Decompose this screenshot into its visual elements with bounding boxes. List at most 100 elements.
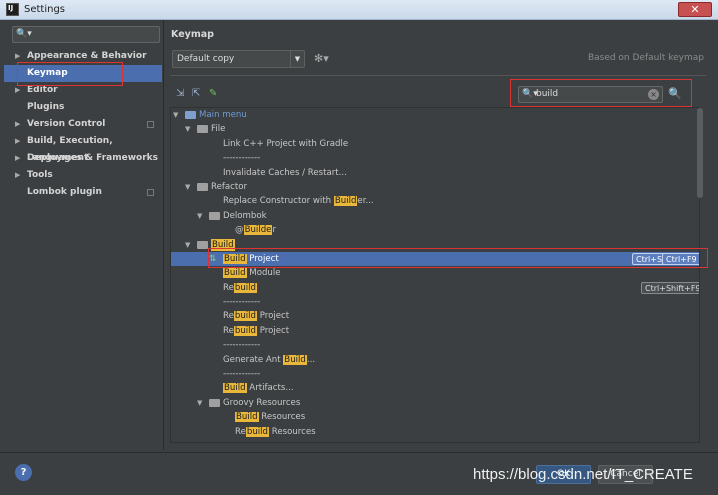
- settings-search-input[interactable]: 🔍▾: [12, 26, 160, 43]
- label-text: Resources: [258, 412, 306, 423]
- label-text: er...: [357, 196, 374, 207]
- expand-arrow-icon[interactable]: ▶: [15, 167, 20, 184]
- tree-node-label: Groovy Resources: [223, 397, 301, 408]
- menu-icon: [185, 111, 196, 119]
- search-match-highlight: Build: [223, 268, 247, 279]
- tree-node-label: File: [211, 124, 226, 135]
- label-text: ...: [306, 354, 316, 365]
- tree-node-label: Replace Constructor with Builder...: [223, 194, 374, 208]
- tree-node-label: Rebuild: [223, 281, 258, 295]
- page-title: Keymap: [171, 29, 214, 40]
- tree-node-label: @Builder: [235, 223, 276, 237]
- search-match-highlight: Build: [333, 196, 358, 207]
- intellij-app-icon: [6, 3, 19, 16]
- tree-node-file[interactable]: ▼ File: [171, 122, 699, 136]
- folder-icon: [197, 182, 208, 191]
- label-text: Replace Constructor with: [223, 196, 334, 207]
- sidebar-item-languages[interactable]: ▶ Languages & Frameworks: [4, 150, 162, 167]
- folder-icon: [197, 125, 208, 134]
- tree-separator: ------------: [171, 295, 699, 309]
- tree-node-invalidate[interactable]: Invalidate Caches / Restart...: [171, 166, 699, 180]
- label-text: Resources: [269, 426, 316, 437]
- label-text: Re: [235, 426, 246, 437]
- search-match-highlight: build: [233, 282, 258, 293]
- expand-all-icon[interactable]: ⇲: [176, 88, 184, 99]
- search-icon: 🔍▾: [16, 29, 32, 39]
- sidebar-item-version-control[interactable]: ▶ Version Control: [4, 116, 162, 133]
- tree-node-label: Rebuild Project: [223, 324, 289, 338]
- separator-text: ------------: [223, 297, 261, 308]
- tree-node-label: Rebuild Project: [223, 309, 289, 323]
- expanded-arrow-icon[interactable]: ▼: [185, 238, 190, 252]
- search-match-highlight: build: [245, 426, 270, 437]
- tree-node-refactor[interactable]: ▼ Refactor: [171, 180, 699, 194]
- title-bar: Settings ✕: [0, 0, 718, 20]
- label-text: @: [235, 225, 244, 236]
- expanded-arrow-icon[interactable]: ▼: [185, 122, 190, 136]
- help-button[interactable]: ?: [15, 464, 32, 481]
- sidebar-item-label: Lombok plugin: [27, 187, 102, 197]
- expanded-arrow-icon[interactable]: ▼: [173, 108, 178, 122]
- tree-node-label: Invalidate Caches / Restart...: [223, 167, 347, 178]
- sidebar-item-label: Appearance & Behavior: [27, 51, 147, 61]
- tree-node-build-module[interactable]: Build Module: [171, 266, 699, 280]
- expanded-arrow-icon[interactable]: ▼: [197, 209, 202, 223]
- label-text: Artifacts...: [246, 383, 294, 394]
- expanded-arrow-icon[interactable]: ▼: [185, 180, 190, 194]
- tree-node-build-artifacts[interactable]: Build Artifacts...: [171, 381, 699, 395]
- tree-node-generate-ant[interactable]: Generate Ant Build...: [171, 353, 699, 367]
- tree-node-label: Build Resources: [235, 410, 305, 424]
- highlight-box-keymap: [17, 62, 123, 86]
- search-match-highlight: Build: [283, 354, 307, 365]
- tree-node-rebuild[interactable]: Rebuild Ctrl+Shift+F9: [171, 281, 699, 295]
- sidebar-item-plugins[interactable]: Plugins: [4, 99, 162, 116]
- tree-node-delombok-builder[interactable]: @Builder: [171, 223, 699, 237]
- gear-icon[interactable]: ✻▾: [314, 52, 329, 65]
- folder-icon: [197, 240, 208, 249]
- watermark-text: https://blog.csdn.net/IT_CREATE: [473, 466, 693, 483]
- tree-node-build-resources[interactable]: Build Resources: [171, 410, 699, 424]
- expand-arrow-icon[interactable]: ▶: [15, 133, 20, 150]
- label-text: Module: [246, 268, 281, 279]
- highlight-box-build-project: [208, 248, 708, 268]
- actions-tree: ▼ Main menu ▼ File Link C++ Project with…: [170, 107, 700, 443]
- window-title: Settings: [24, 4, 66, 15]
- label-text: Re: [223, 311, 234, 322]
- sidebar-item-label: Editor: [27, 85, 58, 95]
- tree-separator: ------------: [171, 367, 699, 381]
- edit-pencil-icon[interactable]: ✎: [209, 88, 217, 99]
- project-settings-icon: [147, 121, 154, 128]
- keymap-scheme-value: Default copy: [177, 54, 235, 64]
- sidebar-item-tools[interactable]: ▶ Tools: [4, 167, 162, 184]
- sidebar-item-build-execution[interactable]: ▶ Build, Execution, Deployment: [4, 133, 162, 163]
- keymap-scheme-select[interactable]: Default copy ▼: [172, 50, 305, 68]
- collapse-all-icon[interactable]: ⇱: [192, 88, 200, 99]
- tree-node-rebuild-project[interactable]: Rebuild Project: [171, 309, 699, 323]
- sidebar-item-label: Tools: [27, 170, 53, 180]
- tree-node-replace-constructor[interactable]: Replace Constructor with Builder...: [171, 194, 699, 208]
- sidebar-item-label: Version Control: [27, 119, 106, 129]
- tree-node-main-menu[interactable]: ▼ Main menu: [171, 108, 699, 122]
- close-button[interactable]: ✕: [678, 2, 712, 17]
- expand-arrow-icon[interactable]: ▶: [15, 150, 20, 167]
- tree-node-delombok[interactable]: ▼ Delombok: [171, 209, 699, 223]
- search-match-highlight: Build: [223, 383, 247, 394]
- tree-separator: ------------: [171, 151, 699, 165]
- tree-node-link-cpp[interactable]: Link C++ Project with Gradle: [171, 137, 699, 151]
- tree-node-groovy-resources[interactable]: ▼ Groovy Resources: [171, 396, 699, 410]
- tree-node-label: Delombok: [223, 210, 267, 221]
- label-text: Project: [257, 325, 290, 336]
- tree-node-label: Build Artifacts...: [223, 381, 294, 395]
- tree-node-label: Build Module: [223, 266, 281, 280]
- divider: [170, 75, 706, 76]
- tree-node-rebuild-project[interactable]: Rebuild Project: [171, 324, 699, 338]
- tree-node-rebuild-resources[interactable]: Rebuild Resources: [171, 425, 699, 439]
- expand-arrow-icon[interactable]: ▶: [15, 116, 20, 133]
- sidebar-item-label: Plugins: [27, 102, 65, 112]
- tree-node-label: Refactor: [211, 181, 248, 192]
- search-match-highlight: Build: [235, 412, 259, 423]
- tree-scrollbar[interactable]: [697, 108, 703, 198]
- tree-node-label: Link C++ Project with Gradle: [223, 138, 349, 149]
- sidebar-item-lombok[interactable]: Lombok plugin: [4, 184, 162, 201]
- expanded-arrow-icon[interactable]: ▼: [197, 396, 202, 410]
